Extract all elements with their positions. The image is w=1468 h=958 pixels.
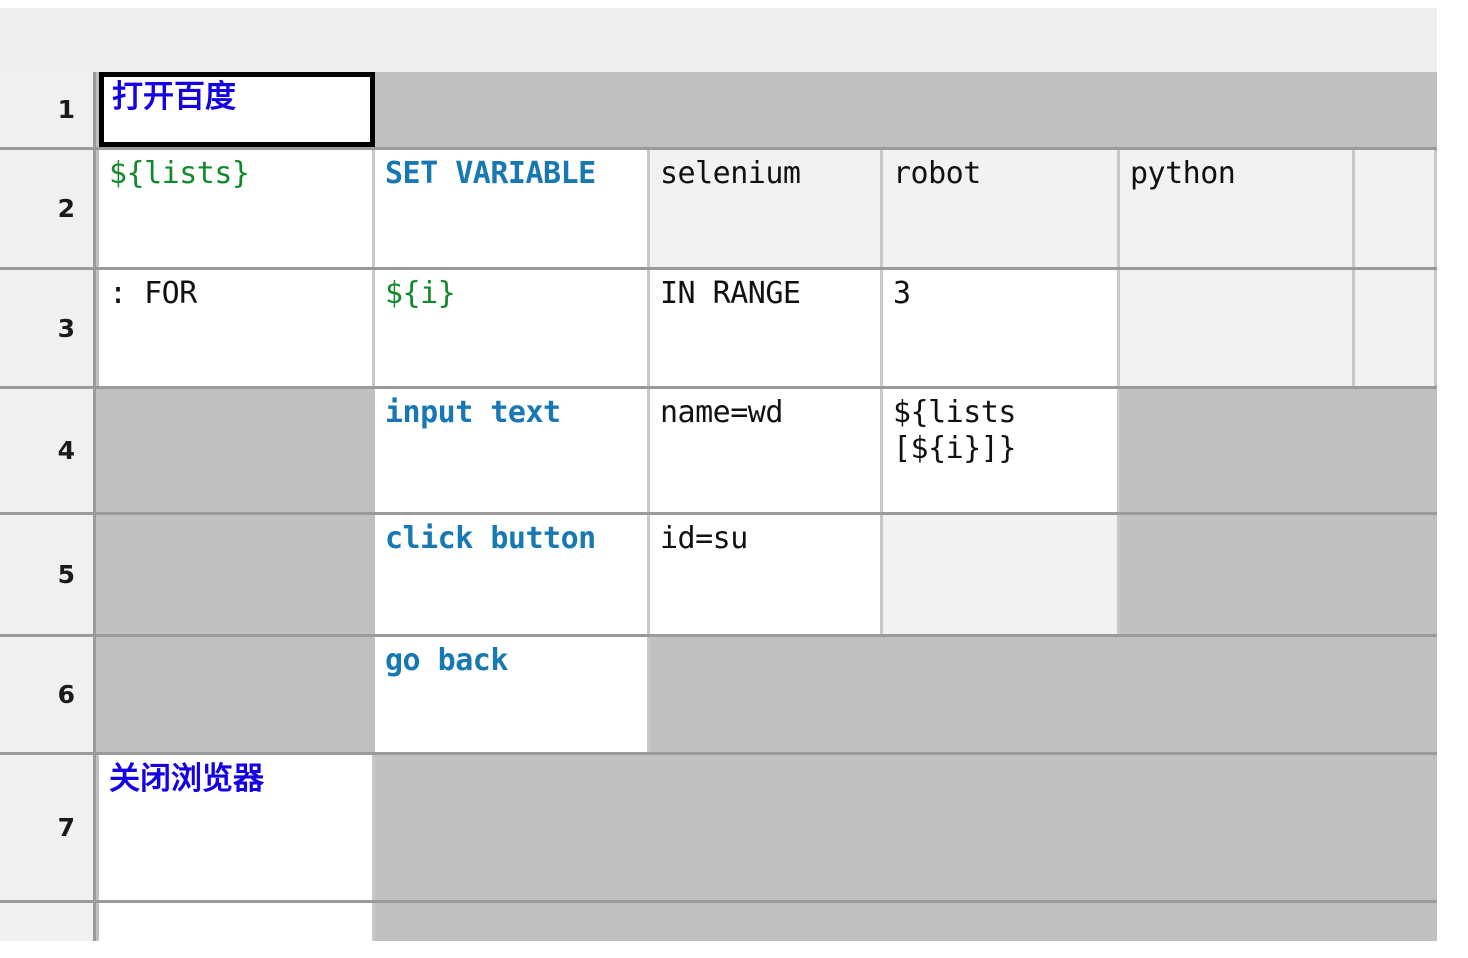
- grid-cell[interactable]: ${lists[${i}]}: [883, 389, 1120, 512]
- grid-cell[interactable]: [375, 755, 1437, 900]
- row-number[interactable]: 7: [0, 755, 96, 900]
- row-number[interactable]: 1: [0, 72, 96, 147]
- grid-cell[interactable]: go back: [375, 637, 650, 752]
- grid-row[interactable]: 5 click button id=su: [0, 515, 1437, 637]
- grid-row[interactable]: 7 关闭浏览器: [0, 755, 1437, 903]
- grid-cell[interactable]: python: [1120, 150, 1355, 267]
- row-cells: 关闭浏览器: [99, 755, 1437, 900]
- test-case-grid[interactable]: 1 打开百度 2 ${lists} SET VARIABLE selenium robot p…: [0, 72, 1468, 958]
- grid-row[interactable]: 1 打开百度: [0, 72, 1437, 150]
- grid-cell[interactable]: [99, 389, 375, 512]
- grid-cell[interactable]: [99, 637, 375, 752]
- grid-cell[interactable]: [99, 515, 375, 634]
- row-number[interactable]: 6: [0, 637, 96, 752]
- row-cells: : FOR ${i} IN RANGE 3: [99, 270, 1437, 386]
- grid-row[interactable]: [0, 903, 1437, 941]
- grid-cell[interactable]: ${lists}: [99, 150, 375, 267]
- grid-cell[interactable]: input text: [375, 389, 650, 512]
- grid-cell[interactable]: [650, 637, 1437, 752]
- grid-row[interactable]: 2 ${lists} SET VARIABLE selenium robot python: [0, 150, 1437, 270]
- grid-cell[interactable]: [1120, 515, 1437, 634]
- grid-cell[interactable]: [1355, 270, 1437, 386]
- grid-cell[interactable]: click button: [375, 515, 650, 634]
- grid-cell[interactable]: SET VARIABLE: [375, 150, 650, 267]
- row-cells: 打开百度: [99, 72, 1437, 147]
- grid-cell[interactable]: id=su: [650, 515, 883, 634]
- grid-right-padding: [1437, 72, 1468, 958]
- grid-cell[interactable]: [1355, 150, 1437, 267]
- toolbar-band-right-pad: [1437, 8, 1468, 72]
- grid-cell[interactable]: [1120, 389, 1437, 512]
- row-cells: go back: [99, 637, 1437, 752]
- row-cells: ${lists} SET VARIABLE selenium robot python: [99, 150, 1437, 267]
- grid-cell[interactable]: IN RANGE: [650, 270, 883, 386]
- grid-cell[interactable]: name=wd: [650, 389, 883, 512]
- row-cells: click button id=su: [99, 515, 1437, 634]
- row-number[interactable]: 4: [0, 389, 96, 512]
- row-number[interactable]: 2: [0, 150, 96, 267]
- grid-editor-window: 1 打开百度 2 ${lists} SET VARIABLE selenium robot p…: [0, 0, 1468, 958]
- grid-cell[interactable]: [99, 903, 375, 941]
- grid-cell[interactable]: : FOR: [99, 270, 375, 386]
- row-cells: [99, 903, 1437, 941]
- grid-cell[interactable]: [883, 515, 1120, 634]
- grid-cell[interactable]: [375, 72, 1437, 147]
- grid-cell[interactable]: selenium: [650, 150, 883, 267]
- grid-cell[interactable]: 3: [883, 270, 1120, 386]
- grid-cell-selected[interactable]: 打开百度: [99, 72, 375, 147]
- row-number[interactable]: 5: [0, 515, 96, 634]
- grid-cell[interactable]: 关闭浏览器: [99, 755, 375, 900]
- grid-cell[interactable]: robot: [883, 150, 1120, 267]
- grid-cell[interactable]: ${i}: [375, 270, 650, 386]
- row-number[interactable]: 3: [0, 270, 96, 386]
- row-number[interactable]: [0, 903, 96, 941]
- grid-row[interactable]: 6 go back: [0, 637, 1437, 755]
- grid-rows-container: 1 打开百度 2 ${lists} SET VARIABLE selenium robot p…: [0, 72, 1437, 941]
- grid-cell[interactable]: [375, 903, 1437, 941]
- grid-cell[interactable]: [1120, 270, 1355, 386]
- grid-row[interactable]: 4 input text name=wd ${lists[${i}]}: [0, 389, 1437, 515]
- grid-row[interactable]: 3: FOR ${i} IN RANGE 3: [0, 270, 1437, 389]
- row-cells: input text name=wd ${lists[${i}]}: [99, 389, 1437, 512]
- toolbar-band: [0, 8, 1437, 72]
